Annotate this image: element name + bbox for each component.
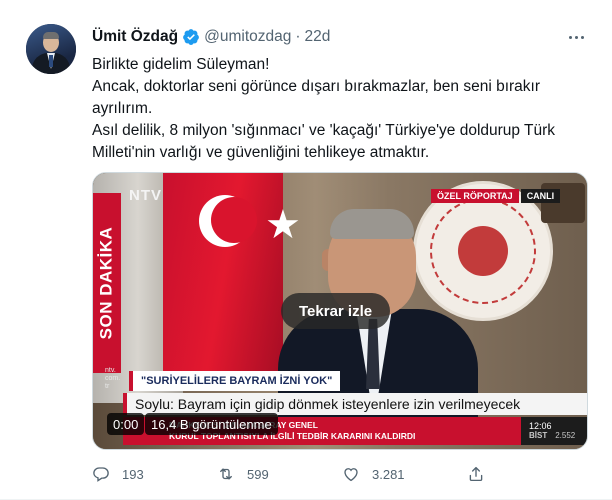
replay-button[interactable]: Tekrar izle — [281, 293, 391, 329]
tweet-card[interactable]: Ümit Özdağ @umitozdag · 22d Birlikte gid… — [0, 0, 612, 500]
tweet-text: Birlikte gidelim Süleyman! Ancak, doktor… — [92, 54, 592, 164]
breaking-news-label: SON DAKİKA — [96, 226, 116, 340]
tweet-paragraph: Birlikte gidelim Süleyman! — [92, 56, 270, 73]
like-count: 3.281 — [372, 466, 405, 482]
playback-time: 0:00 — [107, 413, 145, 435]
live-tag: CANLI — [520, 189, 561, 203]
bist-index: BİST 2.552 — [529, 431, 581, 441]
retweet-button[interactable]: 599 — [217, 465, 342, 483]
like-button[interactable]: 3.281 — [342, 465, 467, 483]
more-options-icon[interactable] — [566, 27, 586, 47]
share-button[interactable] — [467, 465, 592, 483]
tweet-actions: 193 599 3.281 — [92, 462, 592, 486]
verified-badge-icon — [182, 28, 200, 46]
view-count: 16,4 B görüntülenme — [145, 413, 278, 435]
retweet-icon — [220, 468, 232, 480]
channel-logo: NTV — [129, 187, 162, 204]
author-handle[interactable]: @umitozdag — [204, 28, 291, 46]
headline: Soylu: Bayram için gidip dönmek isteyenl… — [123, 393, 587, 415]
bist-value: 2.552 — [555, 431, 576, 440]
special-interview-tag: ÖZEL RÖPORTAJ — [431, 189, 519, 203]
tweet-paragraph: Asıl delilik, 8 milyon 'sığınmacı' ve 'k… — [92, 122, 556, 161]
author-name[interactable]: Ümit Özdağ — [92, 28, 178, 46]
separator-dot: · — [295, 28, 301, 45]
turkish-flag: ★ — [163, 173, 301, 383]
bist-label: BİST — [529, 431, 548, 440]
heart-icon — [344, 468, 358, 482]
breaking-news-banner: SON DAKİKA — [93, 193, 121, 373]
headline-tag: "SURİYELİLERE BAYRAM İZNİ YOK" — [129, 371, 341, 391]
live-tags: ÖZEL RÖPORTAJ CANLI — [431, 189, 561, 203]
retweet-count: 599 — [247, 466, 269, 482]
clock-box: 12:06 BİST 2.552 — [521, 417, 587, 445]
video-player[interactable]: ★ SON DAKİKA NTV ÖZEL RÖPORTAJ CANLI ntv… — [92, 172, 588, 450]
site-label: ntv. com. tr — [105, 367, 121, 390]
tweet-timestamp[interactable]: 22d — [305, 28, 331, 46]
clock: 12:06 — [529, 421, 552, 431]
tweet-header: Ümit Özdağ @umitozdag · 22d — [92, 27, 330, 47]
share-icon — [469, 466, 483, 482]
tweet-paragraph: Ancak, doktorlar seni görünce dışarı bır… — [92, 78, 540, 117]
reply-icon — [93, 467, 109, 482]
reply-button[interactable]: 193 — [92, 465, 217, 483]
avatar[interactable] — [26, 24, 76, 74]
reply-count: 193 — [122, 466, 144, 482]
